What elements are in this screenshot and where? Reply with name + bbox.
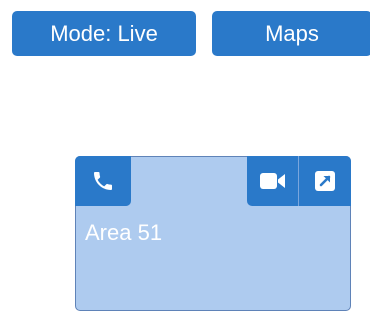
tile-actions (247, 156, 351, 206)
camera-tile[interactable]: Area 51 (75, 156, 351, 311)
phone-icon (94, 172, 112, 190)
call-button[interactable] (75, 156, 131, 206)
maps-button-label: Maps (265, 20, 319, 46)
expand-button[interactable] (299, 156, 351, 206)
video-camera-icon (259, 173, 285, 189)
tile-title: Area 51 (85, 220, 163, 245)
mode-button[interactable]: Mode: Live (12, 11, 196, 56)
maps-button[interactable]: Maps (212, 11, 370, 56)
expand-icon (315, 171, 335, 191)
video-button[interactable] (247, 156, 299, 206)
mode-button-label: Mode: Live (50, 20, 158, 46)
